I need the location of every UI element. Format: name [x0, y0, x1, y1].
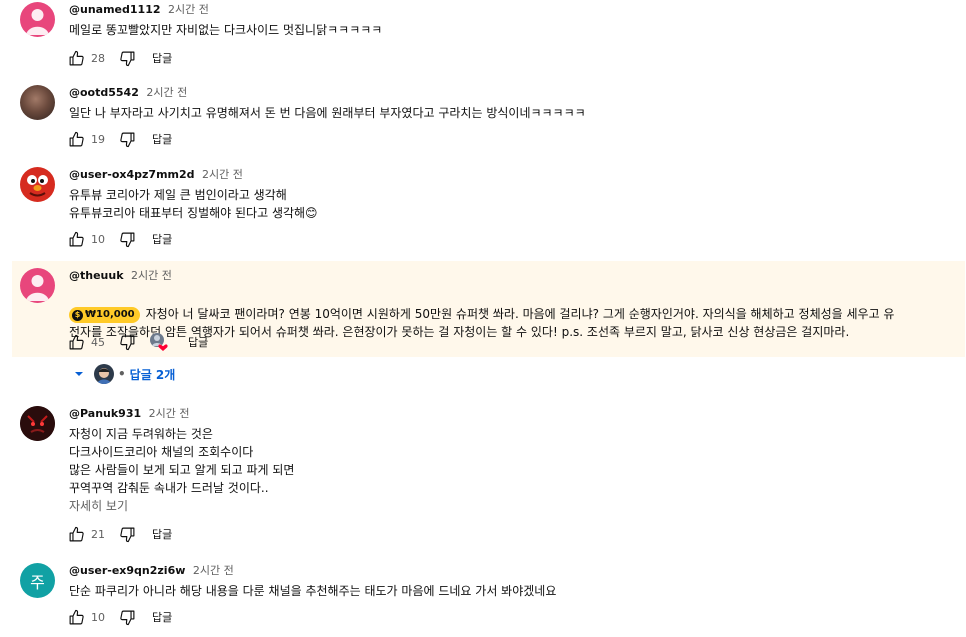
reply-button[interactable]: 답글: [152, 131, 172, 147]
comment-author[interactable]: @user-ox4pz7mm2d: [69, 168, 195, 181]
thumbs-down-icon: [119, 232, 134, 247]
reply-button[interactable]: 답글: [152, 231, 172, 247]
comment-author[interactable]: @ootd5542: [69, 86, 139, 99]
avatar[interactable]: 주: [20, 563, 55, 598]
comment-header: @theuuk 2시간 전: [69, 269, 172, 283]
dislike-button[interactable]: [117, 524, 137, 544]
thumbs-down-icon: [119, 335, 134, 350]
reply-button[interactable]: 답글: [152, 526, 172, 542]
comment-actions: 21 답글: [66, 524, 172, 544]
comment-time[interactable]: 2시간 전: [149, 407, 190, 420]
avatar[interactable]: [20, 406, 55, 441]
read-more-button[interactable]: 자세히 보기: [69, 497, 128, 514]
thumbs-up-icon: [69, 231, 84, 246]
dislike-button[interactable]: [117, 607, 137, 627]
default-avatar-icon: [26, 275, 49, 301]
creator-heart-icon: [149, 332, 169, 352]
replier-avatar: [94, 364, 114, 384]
replier-avatar-icon: [97, 368, 111, 384]
thumbs-down-icon: [119, 610, 134, 625]
dislike-button[interactable]: [117, 129, 137, 149]
like-button[interactable]: [66, 129, 86, 149]
default-avatar-icon: [26, 9, 49, 35]
avatar[interactable]: [20, 85, 55, 120]
thumbs-up-icon: [69, 334, 84, 349]
dislike-button[interactable]: [117, 332, 137, 352]
comment-author[interactable]: @unamed1112: [69, 3, 161, 16]
thumbs-up-icon: [69, 50, 84, 65]
like-count: 28: [91, 51, 105, 65]
avatar[interactable]: [20, 268, 55, 303]
thumbs-up-icon: [69, 131, 84, 146]
dislike-button[interactable]: [117, 229, 137, 249]
thumbs-down-icon: [119, 51, 134, 66]
comment-header: @user-ex9qn2zi6w 2시간 전: [69, 564, 234, 578]
like-button[interactable]: [66, 332, 86, 352]
avatar[interactable]: [20, 167, 55, 202]
comment-time[interactable]: 2시간 전: [168, 3, 209, 16]
dislike-button[interactable]: [117, 48, 137, 68]
comment-actions: 10 답글: [66, 607, 172, 627]
comment-text: 자청이 지금 두려워하는 것은 다크사이드코리아 채널의 조회수이다 많은 사람…: [69, 427, 295, 495]
super-thanks-amount: ₩10,000: [85, 309, 135, 320]
comment-author[interactable]: @Panuk931: [69, 407, 141, 420]
comment-actions: 19 답글: [66, 129, 172, 149]
comment-thread: @ootd5542 2시간 전 일단 나 부자라고 사기치고 유명해져서 돈 번…: [0, 85, 966, 155]
red-character-avatar-icon: [27, 175, 48, 197]
avatar[interactable]: [20, 2, 55, 37]
like-button[interactable]: [66, 607, 86, 627]
comment-text: 유투뷰 코리아가 제일 큰 범인이라고 생각해 유투뷰코리아 태표부터 징벌해야…: [69, 188, 318, 220]
like-count: 19: [91, 132, 105, 146]
like-count: 21: [91, 527, 105, 541]
comment-header: @user-ox4pz7mm2d 2시간 전: [69, 168, 243, 182]
thumbs-down-icon: [119, 527, 134, 542]
comment-header: @unamed1112 2시간 전: [69, 3, 209, 17]
reply-button[interactable]: 답글: [152, 609, 172, 625]
comment-author[interactable]: @theuuk: [69, 269, 124, 282]
comment-text: 메일로 똥꼬빨았지만 자비없는 다크사이드 멋집니닭ㅋㅋㅋㅋㅋ: [69, 23, 383, 37]
like-button[interactable]: [66, 229, 86, 249]
super-thanks-badge: $ ₩10,000: [69, 307, 140, 323]
comment-text: 단순 파쿠리가 아니라 해당 내용을 다룬 채널을 추천해주는 태도가 마음에 …: [69, 584, 557, 598]
coin-icon: $: [72, 309, 83, 321]
comment-author[interactable]: @user-ex9qn2zi6w: [69, 564, 185, 577]
avatar-letter: 주: [30, 572, 45, 592]
like-count: 45: [91, 335, 105, 349]
comment-thread: @Panuk931 2시간 전 자청이 지금 두려워하는 것은 다크사이드코리아…: [0, 406, 966, 546]
comment-thread: @unamed1112 2시간 전 메일로 똥꼬빨았지만 자비없는 다크사이드 …: [0, 2, 966, 72]
comment-text: 일단 나 부자라고 사기치고 유명해져서 돈 번 다음에 원래부터 부자였다고 …: [69, 106, 586, 120]
comment-time[interactable]: 2시간 전: [193, 564, 234, 577]
comment-header: @Panuk931 2시간 전: [69, 407, 190, 421]
thumbs-down-icon: [119, 132, 134, 147]
comment-actions: 10 답글: [66, 229, 172, 249]
comment-thread: @user-ox4pz7mm2d 2시간 전 유투뷰 코리아가 제일 큰 범인이…: [0, 167, 966, 257]
comment-time[interactable]: 2시간 전: [131, 269, 172, 282]
like-button[interactable]: [66, 48, 86, 68]
comment-header: @ootd5542 2시간 전: [69, 86, 187, 100]
chevron-down-icon: [75, 372, 83, 376]
separator-dot: •: [118, 367, 126, 381]
replies-count-label: 답글 2개: [129, 367, 176, 382]
thumbs-up-icon: [69, 609, 84, 624]
view-replies-button[interactable]: • 답글 2개: [73, 363, 175, 385]
comment-time[interactable]: 2시간 전: [202, 168, 243, 181]
comment-thread: 주 @user-ex9qn2zi6w 2시간 전 단순 파쿠리가 아니라 해당 …: [0, 563, 966, 635]
comment-actions: 45 답글: [66, 332, 208, 352]
like-count: 10: [91, 610, 105, 624]
reply-button[interactable]: 답글: [188, 334, 208, 350]
dark-character-avatar-icon: [20, 406, 55, 441]
reply-button[interactable]: 답글: [152, 50, 172, 66]
comment-actions: 28 답글: [66, 48, 172, 68]
like-button[interactable]: [66, 524, 86, 544]
like-count: 10: [91, 232, 105, 246]
thumbs-up-icon: [69, 526, 84, 541]
comment-time[interactable]: 2시간 전: [146, 86, 187, 99]
